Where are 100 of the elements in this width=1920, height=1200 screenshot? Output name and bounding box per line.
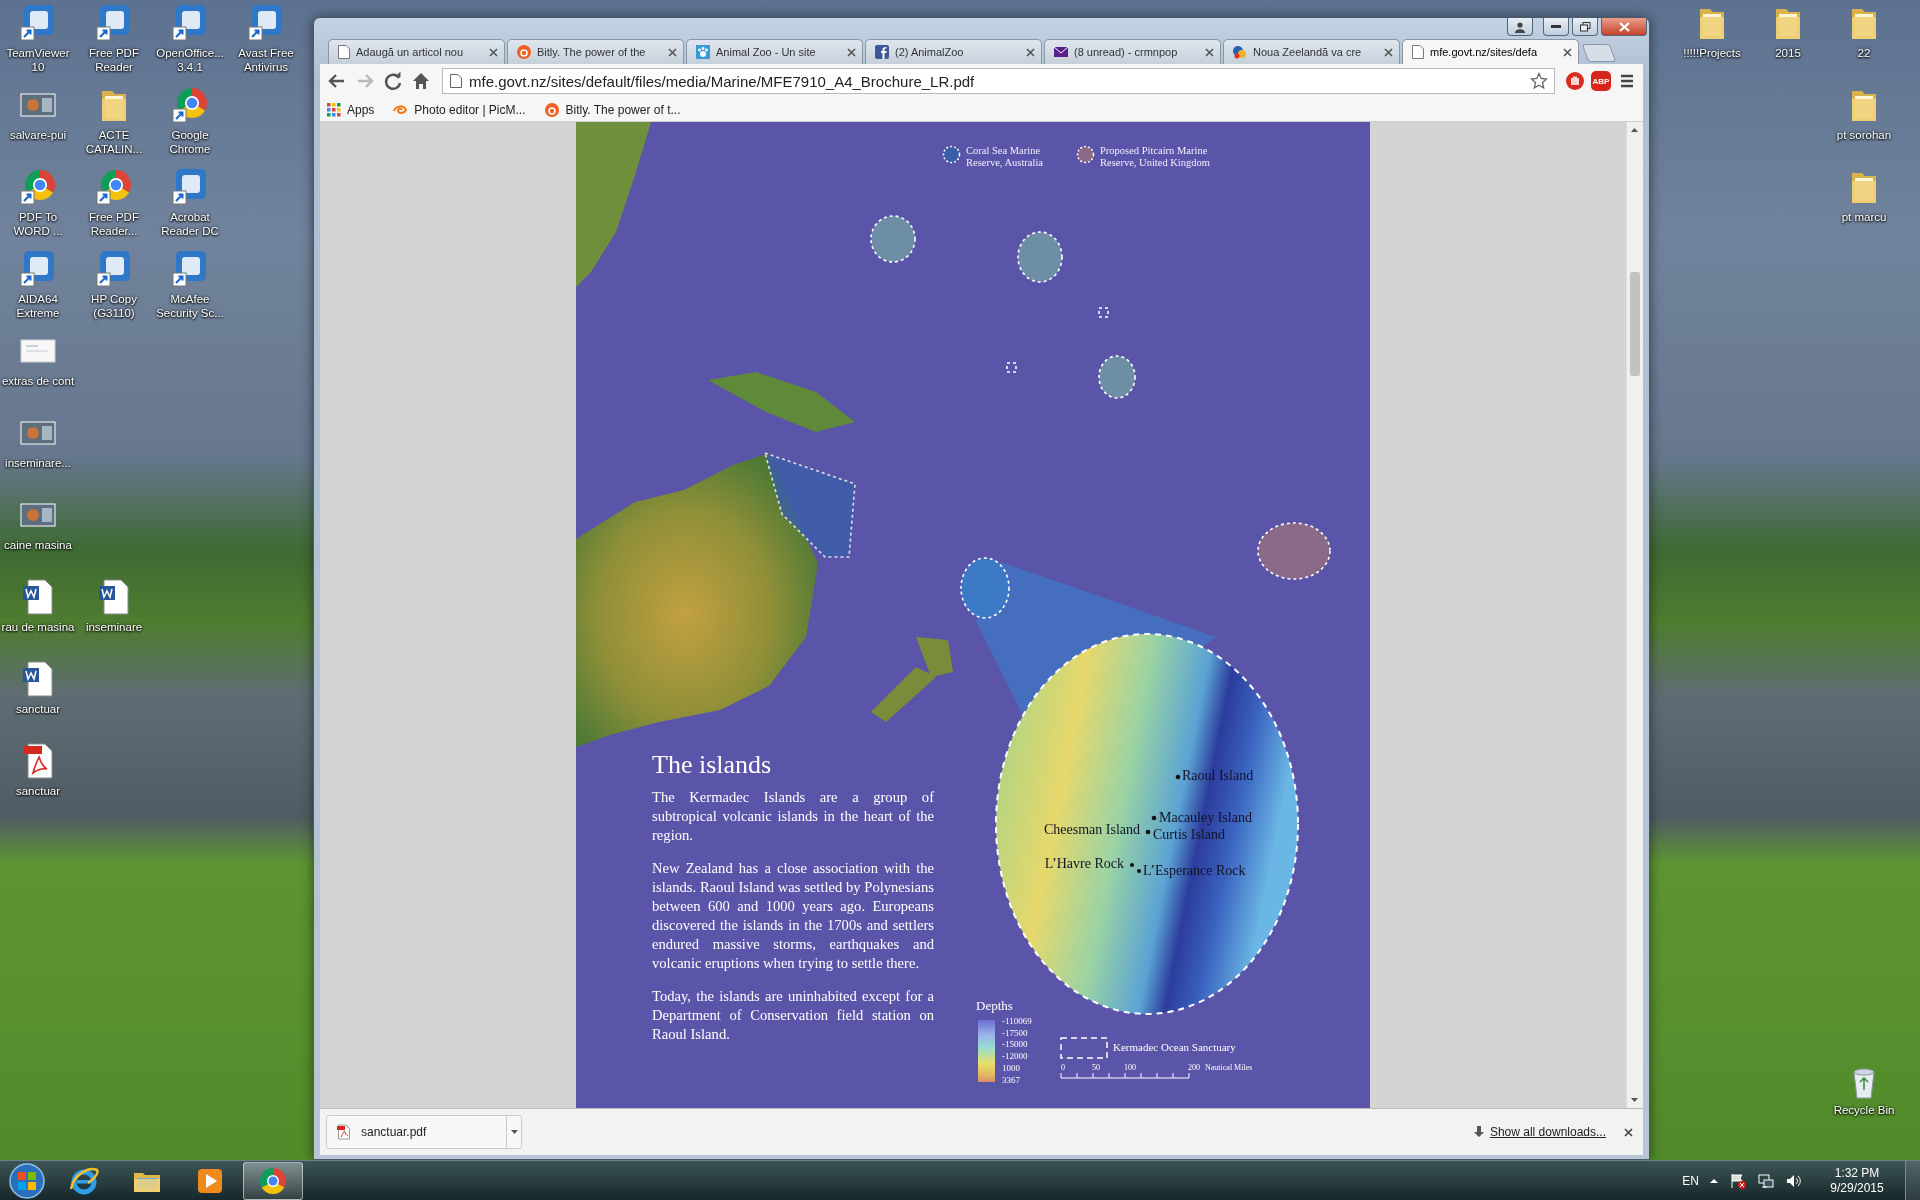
tab-close-button[interactable]	[489, 47, 498, 57]
bookmark-link[interactable]: Bitly. The power of t...	[543, 101, 681, 118]
tab-close-button[interactable]	[847, 47, 856, 57]
clock-time: 1:32 PM	[1834, 1165, 1880, 1181]
desktop-shortcut[interactable]: McAfee Security Sc...	[152, 246, 228, 320]
input-language-indicator[interactable]: EN	[1682, 1173, 1699, 1188]
desktop-shortcut[interactable]: caine masina	[0, 492, 76, 552]
tab-close-button[interactable]	[1384, 47, 1393, 57]
browser-tab[interactable]: Bitly. The power of the	[507, 39, 684, 64]
bitly-icon	[543, 101, 560, 118]
minimize-button[interactable]	[1543, 18, 1569, 36]
desktop-shortcut[interactable]: sanctuar	[0, 738, 76, 798]
browser-tab[interactable]: Animal Zoo - Un site	[686, 39, 863, 64]
browser-tab[interactable]: (2) AnimalZoo	[865, 39, 1042, 64]
depth-label: -110069	[1002, 1016, 1032, 1028]
tab-close-button[interactable]	[668, 47, 677, 57]
bookmark-link[interactable]: Photo editor | PicM...	[392, 101, 526, 118]
browser-tab[interactable]: mfe.govt.nz/sites/defa	[1402, 39, 1579, 64]
clock[interactable]: 1:32 PM 9/29/2015	[1821, 1165, 1893, 1196]
profile-button[interactable]	[1507, 18, 1533, 36]
adblock-extension-button[interactable]: ABP	[1591, 71, 1611, 91]
minimize-icon	[1551, 24, 1561, 29]
tab-close-button[interactable]	[1026, 47, 1035, 57]
start-button[interactable]	[8, 1161, 46, 1200]
depth-color-bar	[978, 1020, 995, 1082]
scale-label: 0	[1061, 1063, 1065, 1073]
scrollbar-thumb[interactable]	[1630, 272, 1640, 376]
desktop-shortcut[interactable]: pt sorohan	[1826, 82, 1902, 142]
desktop-shortcut[interactable]: AIDA64 Extreme	[0, 246, 76, 320]
depth-label: -15000	[1002, 1039, 1029, 1052]
island-label: L’Havre Rock	[1044, 856, 1124, 872]
desktop-shortcut[interactable]: inseminare	[76, 574, 152, 634]
island-label: Macauley Island	[1159, 810, 1252, 826]
desktop-shortcut[interactable]: Acrobat Reader DC	[152, 164, 228, 238]
browser-tab[interactable]: Adaugă un articol nou	[328, 39, 505, 64]
scale-label: 100	[1124, 1063, 1136, 1073]
browser-tab[interactable]: (8 unread) - crmnpop	[1044, 39, 1221, 64]
person-icon	[1514, 20, 1526, 33]
reload-button[interactable]	[382, 70, 404, 92]
scrollbar[interactable]	[1626, 122, 1643, 1108]
flag-icon[interactable]	[1729, 1171, 1747, 1190]
bookmark-link[interactable]: Apps	[326, 102, 375, 117]
desktop-shortcut[interactable]: Google Chrome	[152, 82, 228, 156]
body-paragraph: The Kermadec Islands are a group of subtropical volcanic islands in the heart of the region.	[652, 788, 934, 845]
desktop-shortcut[interactable]: !!!!!Projects	[1674, 0, 1750, 60]
depth-legend-title: Depths	[976, 998, 1013, 1014]
show-all-downloads-link[interactable]: Show all downloads...	[1489, 1125, 1606, 1139]
depth-label: -17500	[1002, 1027, 1029, 1040]
desktop-shortcut[interactable]: sanctuar	[0, 656, 76, 716]
depth-label: -12000	[1002, 1051, 1029, 1063]
caret-icon	[510, 1130, 518, 1134]
download-arrow-icon	[1473, 1126, 1484, 1138]
bitly-icon	[516, 44, 532, 60]
scale-label: 200	[1188, 1063, 1200, 1073]
sanctuary-swatch	[1060, 1037, 1108, 1059]
desktop-shortcut[interactable]: TeamViewer 10	[0, 0, 76, 74]
download-menu-button[interactable]	[506, 1116, 521, 1148]
body-paragraph: Today, the islands are uninhabited except for a Department of Conservation field station on Raoul Island.	[652, 987, 934, 1044]
desktop-shortcut[interactable]: extras de cont	[0, 328, 76, 388]
taskbar-button[interactable]	[243, 1161, 303, 1200]
desktop-shortcut[interactable]: Recycle Bin	[1826, 1066, 1902, 1117]
island-label: L’Esperance Rock	[1143, 863, 1246, 879]
tab-close-button[interactable]	[1205, 47, 1214, 57]
desktop-shortcut[interactable]: salvare-pui	[0, 82, 76, 142]
address-bar[interactable]: mfe.govt.nz/sites/default/files/media/Marine/MFE7910_A4_Brochure_LR.pdf	[442, 68, 1555, 94]
page-icon	[1411, 44, 1425, 60]
legend-label: Coral Sea Marine Reserve, Australia	[966, 145, 1044, 169]
desktop-shortcut[interactable]: PDF To WORD ...	[0, 164, 76, 238]
close-button[interactable]	[1601, 18, 1647, 36]
desktop-shortcut[interactable]: Free PDF Reader	[76, 0, 152, 74]
desktop-shortcut[interactable]: ACTE CATALIN...	[76, 82, 152, 156]
tab-close-button[interactable]	[1563, 47, 1572, 57]
apps-grid-icon	[326, 102, 341, 117]
desktop-shortcut[interactable]: OpenOffice... 3.4.1	[152, 0, 228, 74]
desktop-shortcut[interactable]: Avast Free Antivirus	[228, 0, 304, 74]
scale-unit: Nautical Miles	[1205, 1063, 1253, 1073]
page-icon	[337, 44, 351, 60]
island-label: Cheesman Island	[1043, 822, 1140, 838]
desktop-shortcut[interactable]: HP Copy (G3110)	[76, 246, 152, 320]
island-label: Curtis Island	[1153, 827, 1225, 843]
stop-hand-extension-button[interactable]	[1565, 71, 1585, 91]
desktop-shortcut[interactable]: Free PDF Reader...	[76, 164, 152, 238]
desktop-shortcut[interactable]: 2015	[1750, 0, 1826, 60]
envelope-icon	[1053, 44, 1069, 60]
show-desktop-button[interactable]	[1905, 1161, 1920, 1200]
close-download-bar-button[interactable]	[1624, 1127, 1633, 1137]
desktop-shortcut[interactable]: inseminare...	[0, 410, 76, 470]
depth-label: 3367	[1002, 1074, 1021, 1087]
legend-label: Proposed Pitcairn Marine Reserve, United Kingdom	[1100, 145, 1211, 169]
restore-icon	[1579, 21, 1591, 32]
desktop-shortcut[interactable]: rau de masina	[0, 574, 76, 634]
facebook-icon	[874, 44, 890, 60]
bookmark-star-button[interactable]	[1530, 72, 1548, 90]
show-hidden-icons-button[interactable]	[1709, 1176, 1719, 1185]
network-icon[interactable]	[1757, 1171, 1775, 1190]
browser-tab[interactable]: Noua Zeelandă va cre	[1223, 39, 1400, 64]
scale-label: 50	[1092, 1063, 1100, 1073]
desktop-shortcut[interactable]: 22	[1826, 0, 1902, 60]
desktop-shortcut[interactable]: pt marcu	[1826, 164, 1902, 224]
restore-button[interactable]	[1572, 18, 1598, 36]
